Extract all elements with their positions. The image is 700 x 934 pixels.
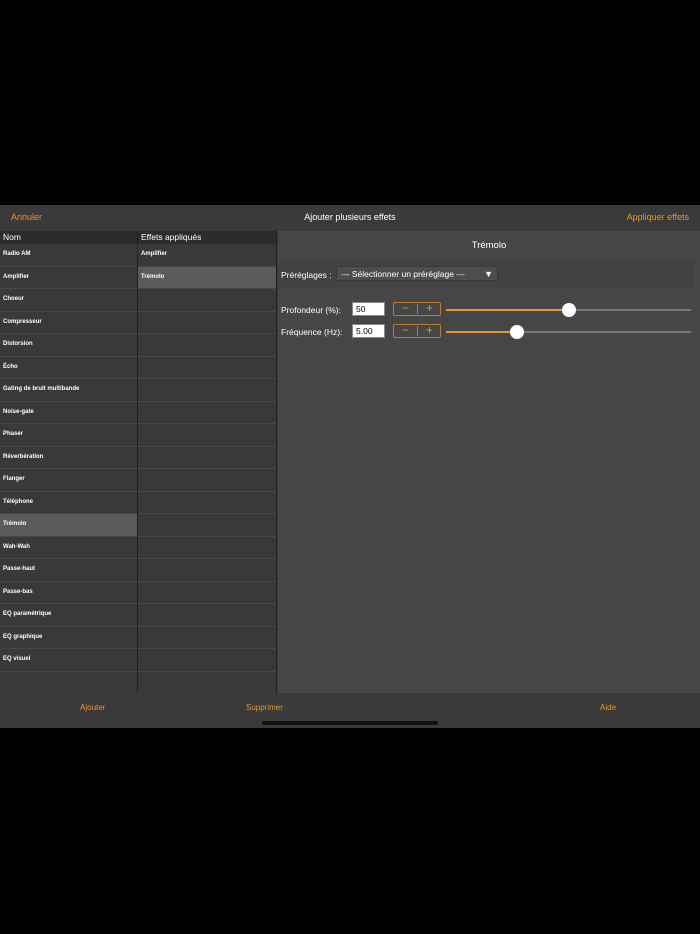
applied-effects-list: Effets appliqués Amplifier Trémolo: [138, 231, 277, 717]
effects-list-item[interactable]: Gating de bruit multibande: [0, 379, 137, 402]
applied-list-empty-row: [138, 582, 276, 604]
help-button[interactable]: Aide: [600, 703, 616, 712]
bottom-toolbar: Ajouter Supprimer Aide: [0, 693, 700, 728]
applied-list-empty-row: [138, 672, 276, 694]
presets-value: --- Sélectionner un préréglage ---: [341, 269, 465, 279]
effects-list-item[interactable]: Écho: [0, 357, 137, 379]
frequency-slider-fill: [446, 331, 518, 333]
effects-list-item[interactable]: Choeur: [0, 289, 137, 312]
applied-list-empty-row: [138, 379, 276, 402]
presets-label: Préréglages :: [281, 270, 332, 280]
applied-list-empty-row: [138, 627, 276, 649]
depth-slider-fill: [446, 309, 569, 311]
depth-decrement-button[interactable]: −: [394, 301, 417, 315]
applied-list-empty-row: [138, 514, 276, 537]
home-indicator[interactable]: [262, 721, 438, 725]
applied-list-empty-row: [138, 334, 276, 357]
effects-list-empty-row: [0, 672, 137, 694]
add-button[interactable]: Ajouter: [80, 703, 105, 712]
depth-input[interactable]: [352, 302, 385, 316]
applied-list-empty-row: [138, 604, 276, 627]
effects-list-item[interactable]: Distorsion: [0, 334, 137, 357]
effects-rows: Radio AM Amplifier Choeur Compresseur Distor…: [0, 244, 137, 717]
applied-list-empty-row: [138, 289, 276, 312]
apply-effects-button[interactable]: Appliquer effets: [627, 212, 689, 222]
effects-list-item[interactable]: Noise-gate: [0, 402, 137, 424]
depth-slider-thumb[interactable]: [561, 303, 576, 317]
effects-list-item[interactable]: EQ visuel: [0, 649, 137, 672]
effects-list-item[interactable]: EQ paramétrique: [0, 604, 137, 627]
applied-list-empty-row: [138, 469, 276, 492]
effects-list: Nom Radio AM Amplifier Choeur Compresseur Di…: [0, 231, 138, 717]
presets-row: Préréglages : --- Sélectionner un prérég…: [278, 261, 694, 289]
effect-settings-panel: Trémolo Préréglages : --- Sélectionner u…: [278, 231, 700, 693]
applied-list-item[interactable]: Trémolo: [138, 266, 276, 289]
applied-list-empty-row: [138, 357, 276, 379]
frequency-label: Fréquence (Hz):: [281, 327, 343, 337]
applied-list-empty-row: [138, 492, 276, 514]
dialog-title: Ajouter plusieurs effets: [304, 212, 396, 222]
applied-list-empty-row: [138, 312, 276, 334]
frequency-slider[interactable]: [446, 325, 691, 339]
effects-list-item[interactable]: Trémolo: [0, 514, 137, 537]
effects-list-header: Nom: [0, 231, 137, 244]
applied-list-empty-row: [138, 402, 276, 424]
frequency-increment-button[interactable]: +: [418, 323, 441, 337]
frequency-stepper: − +: [393, 323, 441, 338]
depth-increment-button[interactable]: +: [418, 301, 441, 315]
depth-param-row: Profondeur (%): − +: [278, 301, 700, 318]
top-bar: Annuler Ajouter plusieurs effets Appliqu…: [0, 205, 700, 231]
dropdown-arrow-icon: ▼: [484, 269, 493, 279]
frequency-decrement-button[interactable]: −: [394, 323, 417, 337]
applied-list-empty-row: [138, 649, 276, 672]
effects-list-item[interactable]: Réverbération: [0, 447, 137, 469]
depth-stepper: − +: [393, 301, 441, 316]
depth-slider[interactable]: [446, 303, 691, 317]
frequency-slider-thumb[interactable]: [510, 325, 525, 339]
effects-list-item[interactable]: Téléphone: [0, 492, 137, 514]
effect-title: Trémolo: [471, 240, 507, 251]
frequency-input[interactable]: [352, 324, 385, 338]
applied-list-empty-row: [138, 537, 276, 559]
depth-label: Profondeur (%):: [281, 305, 341, 315]
effects-list-item[interactable]: Compresseur: [0, 312, 137, 334]
effects-dialog: Annuler Ajouter plusieurs effets Appliqu…: [0, 205, 700, 728]
effects-list-item[interactable]: Amplifier: [0, 267, 137, 289]
effects-list-item[interactable]: Radio AM: [0, 244, 137, 267]
presets-dropdown[interactable]: --- Sélectionner un préréglage --- ▼: [336, 266, 498, 281]
effects-list-item[interactable]: EQ graphique: [0, 627, 137, 649]
effects-list-item[interactable]: Phaser: [0, 424, 137, 447]
applied-list-empty-row: [138, 424, 276, 447]
applied-list-empty-row: [138, 447, 276, 469]
effects-list-item[interactable]: Passe-haut: [0, 559, 137, 582]
effects-list-item[interactable]: Wah-Wah: [0, 537, 137, 559]
applied-rows: Amplifier Trémolo: [138, 244, 276, 717]
effects-list-item[interactable]: Passe-bas: [0, 582, 137, 604]
remove-button[interactable]: Supprimer: [246, 703, 283, 712]
frequency-param-row: Fréquence (Hz): − +: [278, 323, 700, 340]
applied-list-header: Effets appliqués: [138, 231, 276, 244]
applied-list-item[interactable]: Amplifier: [138, 244, 276, 267]
applied-list-empty-row: [138, 559, 276, 582]
effects-list-item[interactable]: Flanger: [0, 469, 137, 492]
